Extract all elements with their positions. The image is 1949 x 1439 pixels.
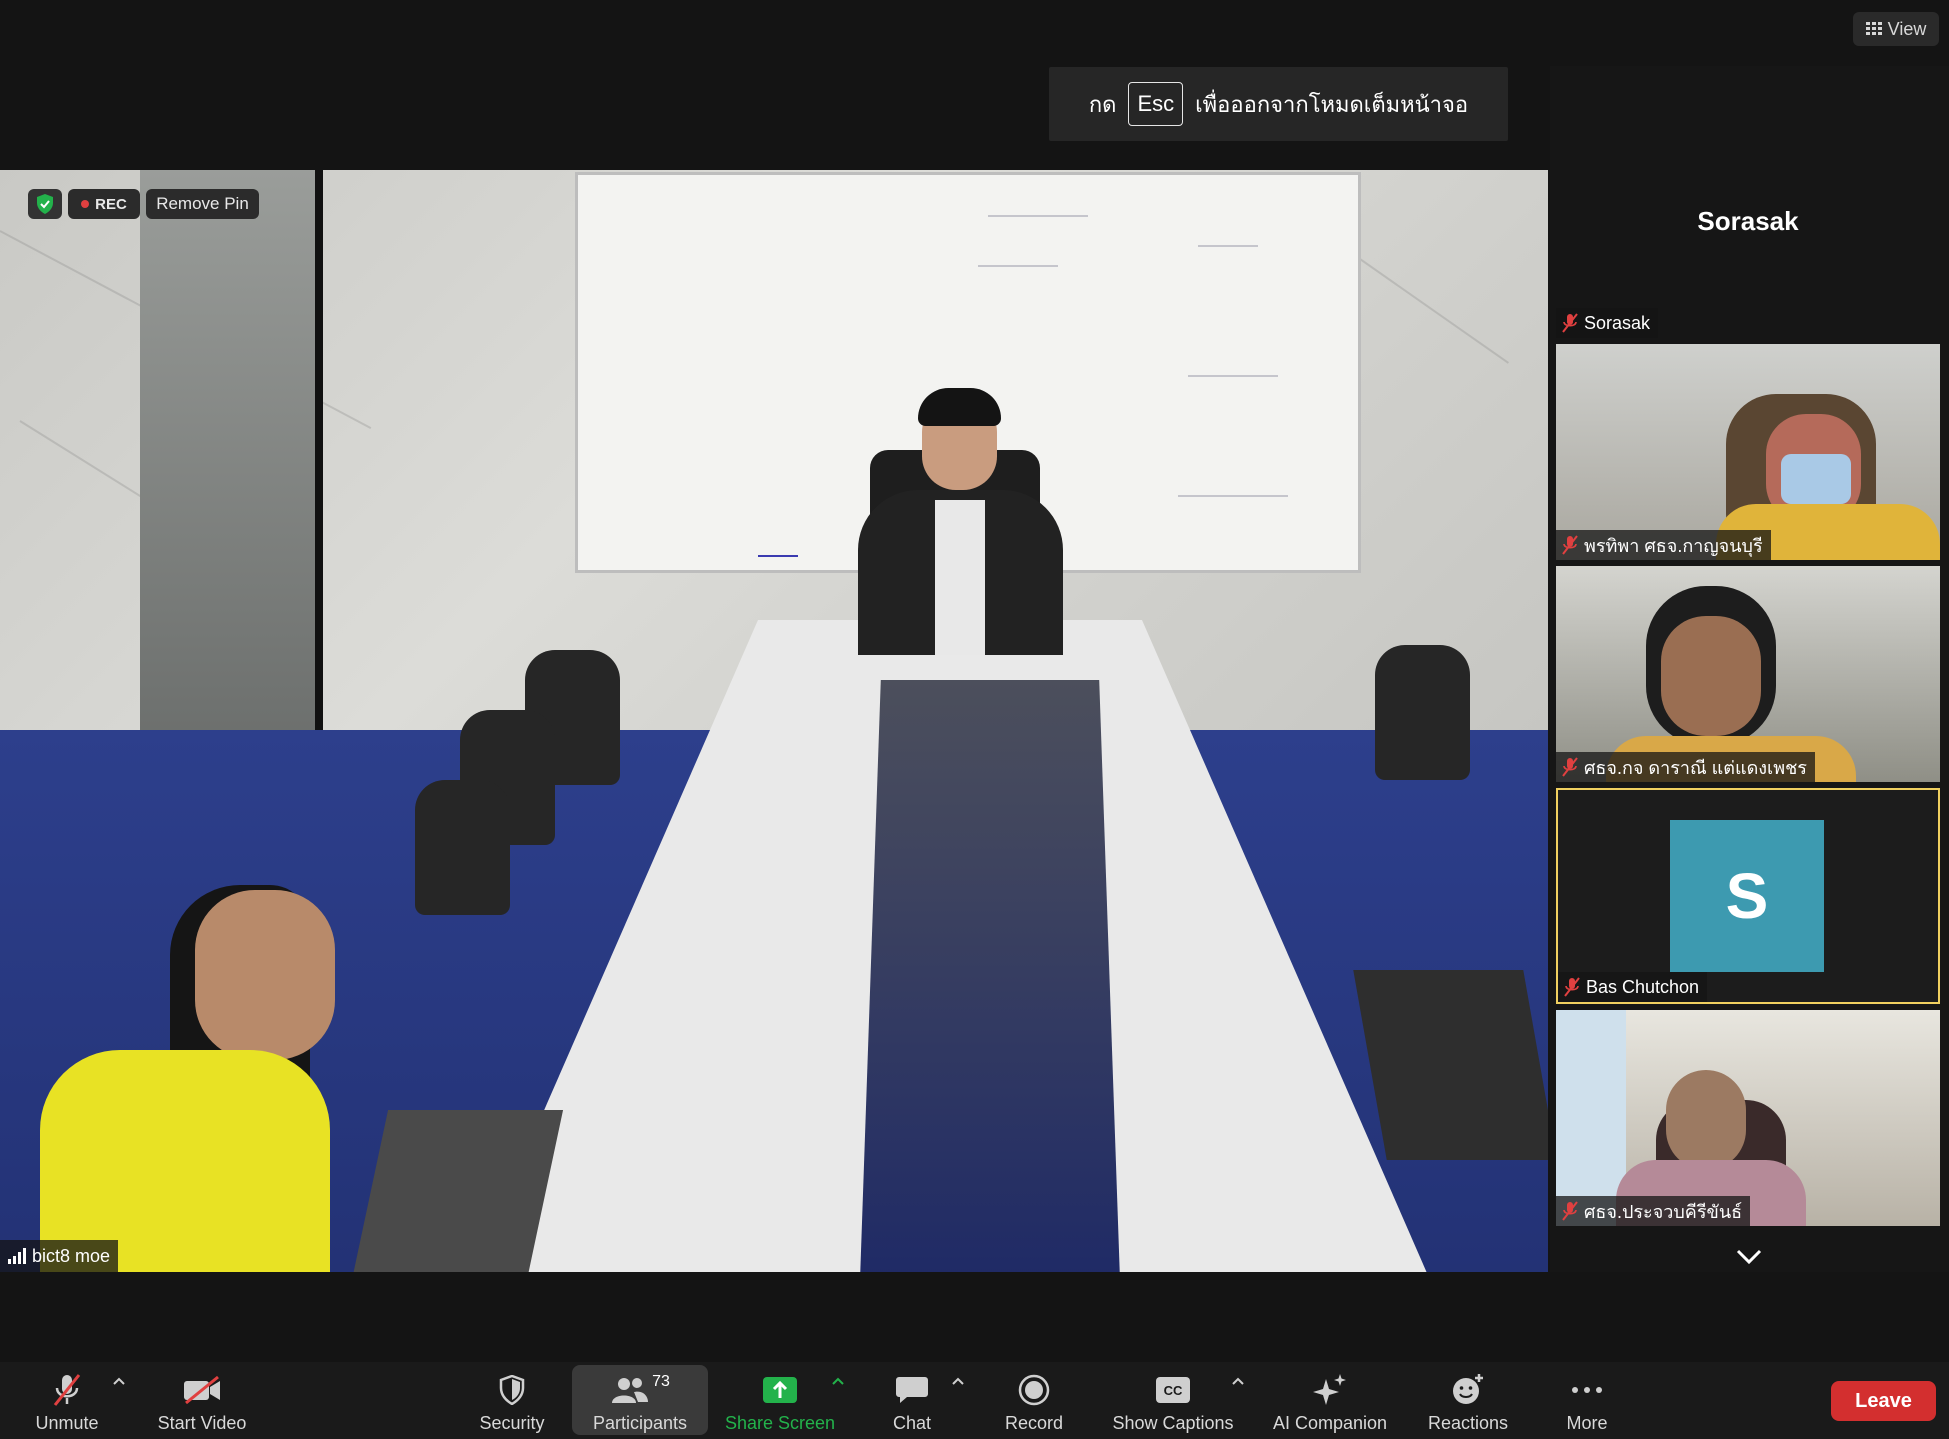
main-video[interactable] (0, 170, 1548, 1272)
active-speaker-name: Sorasak (1697, 206, 1799, 236)
participants-count: 73 (652, 1373, 670, 1390)
ellipsis-icon (1572, 1387, 1602, 1393)
rec-label: REC (95, 195, 127, 213)
mic-muted-icon (1562, 313, 1578, 333)
ai-companion-label: AI Companion (1272, 1413, 1388, 1433)
record-dot-icon (81, 200, 90, 208)
tile-name-label: Sorasak (1556, 308, 1659, 338)
unmute-button[interactable]: Unmute (25, 1368, 109, 1434)
share-screen-label: Share Screen (724, 1413, 836, 1433)
esc-banner-prefix: กด (1088, 91, 1117, 117)
chat-button[interactable]: Chat (878, 1368, 946, 1434)
tile-name: Bas Chutchon (1586, 976, 1700, 997)
recording-indicator[interactable]: REC (68, 189, 140, 219)
unmute-label: Unmute (35, 1413, 99, 1433)
participant-tile[interactable]: พรทิพา ศธจ.กาญจนบุรี (1556, 344, 1940, 560)
exit-fullscreen-banner: กด Esc เพื่อออกจากโหมดเต็มหน้าจอ (1049, 67, 1508, 141)
tile-name-label: Bas Chutchon (1558, 972, 1708, 1002)
laptop (351, 1110, 564, 1272)
mic-muted-icon (1564, 977, 1580, 997)
tile-name: ศธจ.กจ ดาราณี แต่แดงเพชร (1584, 757, 1807, 778)
tile-name-label: พรทิพา ศธจ.กาญจนบุรี (1556, 530, 1771, 560)
leave-button[interactable]: Leave (1831, 1381, 1936, 1421)
main-video-name-label: bict8 moe (0, 1240, 119, 1272)
reactions-label: Reactions (1427, 1413, 1509, 1433)
record-button[interactable]: Record (996, 1368, 1072, 1434)
captions-cc-icon: CC (1156, 1377, 1190, 1403)
tile-name: Sorasak (1584, 312, 1651, 333)
mic-muted-icon (53, 1374, 81, 1406)
remove-pin-button[interactable]: Remove Pin (146, 189, 259, 219)
view-button[interactable]: View (1853, 12, 1939, 46)
emoji-add-icon (1453, 1374, 1483, 1404)
signal-bars-icon (8, 1248, 26, 1264)
encryption-shield-button[interactable] (28, 189, 62, 219)
security-label: Security (479, 1413, 545, 1433)
share-screen-button[interactable]: Share Screen (722, 1368, 838, 1434)
chat-bubble-icon (896, 1377, 928, 1403)
chevron-up-icon[interactable] (951, 1376, 965, 1386)
grid-icon (1865, 22, 1882, 35)
chevron-up-icon[interactable] (831, 1376, 845, 1386)
participants-label: Participants (592, 1413, 688, 1433)
ai-companion-button[interactable]: AI Companion (1268, 1368, 1392, 1434)
shield-icon (499, 1375, 525, 1405)
show-captions-button[interactable]: CC Show Captions (1108, 1368, 1238, 1434)
svg-text:CC: CC (1164, 1383, 1183, 1398)
sparkle-icon (1313, 1374, 1346, 1405)
chevron-up-icon[interactable] (112, 1376, 126, 1386)
tile-name-label: ศธจ.ประจวบคีรีขันธ์ (1556, 1196, 1751, 1226)
esc-key: Esc (1128, 82, 1184, 126)
record-icon (1018, 1374, 1050, 1406)
table-center-gap (860, 680, 1120, 1272)
view-label: View (1887, 18, 1927, 39)
avatar: S (1670, 820, 1824, 972)
chevron-down-icon[interactable] (1734, 1247, 1764, 1267)
glass-door (140, 170, 323, 730)
more-button[interactable]: More (1556, 1368, 1618, 1434)
participant-tile[interactable]: ศธจ.กจ ดาราณี แต่แดงเพชร (1556, 566, 1940, 782)
mic-muted-icon (1562, 757, 1578, 777)
mic-muted-icon (1562, 535, 1578, 555)
show-captions-label: Show Captions (1112, 1413, 1234, 1433)
tile-name: ศธจ.ประจวบคีรีขันธ์ (1584, 1201, 1743, 1222)
tile-name: พรทิพา ศธจ.กาญจนบุรี (1584, 535, 1763, 556)
presenter-hair (918, 388, 1001, 426)
people-icon (612, 1378, 649, 1403)
meeting-toolbar (0, 1362, 1949, 1439)
main-participant-name: bict8 moe (32, 1245, 111, 1266)
chevron-up-icon[interactable] (1231, 1376, 1245, 1386)
chat-label: Chat (892, 1413, 932, 1433)
chair (415, 780, 510, 915)
attendee-shirt (40, 1050, 330, 1272)
start-video-button[interactable]: Start Video (150, 1368, 254, 1434)
reactions-button[interactable]: Reactions (1424, 1368, 1512, 1434)
laptop (1353, 970, 1548, 1160)
shield-check-icon (37, 194, 53, 214)
esc-banner-suffix: เพื่อออกจากโหมดเต็มหน้าจอ (1195, 91, 1469, 117)
tile-name-label: ศธจ.กจ ดาราณี แต่แดงเพชร (1556, 752, 1815, 782)
camera-off-icon (184, 1375, 220, 1405)
participants-button[interactable]: 73 Participants (580, 1368, 700, 1434)
more-label: More (1566, 1413, 1608, 1433)
chair (1375, 645, 1470, 780)
presenter-shirt (935, 500, 985, 655)
start-video-label: Start Video (157, 1413, 247, 1433)
record-label: Record (1004, 1413, 1064, 1433)
participant-tile[interactable]: ศธจ.ประจวบคีรีขันธ์ (1556, 1010, 1940, 1226)
share-screen-icon (763, 1377, 797, 1403)
attendee-head (195, 890, 335, 1060)
security-button[interactable]: Security (470, 1368, 554, 1434)
mic-muted-icon (1562, 1201, 1578, 1221)
